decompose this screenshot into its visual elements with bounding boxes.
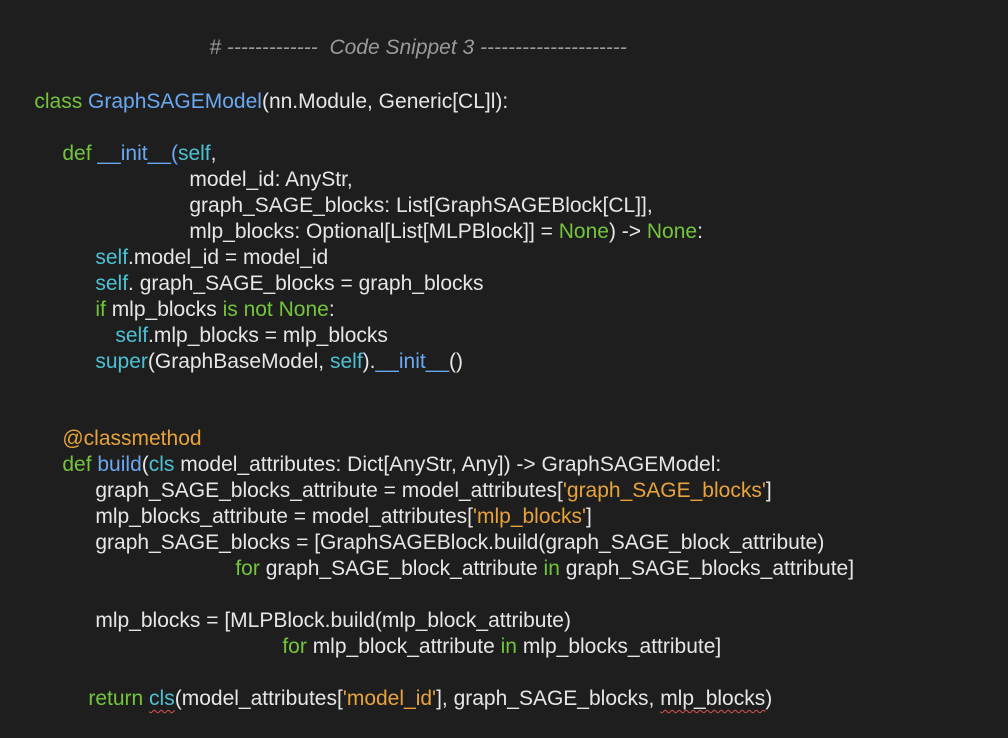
call-args-start: (model_attributes[ xyxy=(174,687,343,710)
mlp-blocks-comprehension-line: mlp_blocks = [MLPBlock.build(mlp_block_a… xyxy=(72,582,571,632)
param-mlp-blocks-line: mlp_blocks: Optional[List[MLPBlock]] = N… xyxy=(166,193,703,243)
param-graph-blocks-line: graph_SAGE_blocks: List[GraphSAGEBlock[C… xyxy=(166,167,652,217)
mlp-attr-line: mlp_blocks_attribute = model_attributes[… xyxy=(72,478,592,528)
none-return-type: None xyxy=(646,220,698,243)
param-model-id-line: model_id: AnyStr, xyxy=(166,141,352,191)
close-paren: ) xyxy=(765,687,773,710)
colon: : xyxy=(697,220,703,243)
code-editor[interactable]: # ------------- Code Snippet 3 ---------… xyxy=(0,0,1008,710)
class-name: GraphSAGEModel xyxy=(88,90,262,113)
graph-blocks-comprehension-line: graph_SAGE_blocks = [GraphSAGEBlock.buil… xyxy=(72,504,824,554)
super-builtin: super xyxy=(95,350,148,373)
super-call-line: super(GraphBaseModel, self).__init__() xyxy=(72,323,463,373)
string-literal: 'model_id' xyxy=(342,687,437,710)
decorator-line: @classmethod xyxy=(39,400,201,450)
in-keyword: in xyxy=(500,635,523,658)
return-line: return cls(model_attributes['model_id'],… xyxy=(65,660,772,710)
graph-for-clause-line: for graph_SAGE_block_attribute in graph_… xyxy=(212,530,854,580)
assign-model-id-line: self.model_id = model_id xyxy=(72,219,328,269)
loop-variable: graph_SAGE_block_attribute xyxy=(265,557,544,580)
cls-call: cls xyxy=(149,687,175,710)
loop-variable: mlp_block_attribute xyxy=(312,635,501,658)
call-parens: () xyxy=(449,350,464,373)
for-keyword: for xyxy=(235,557,266,580)
close-bracket: ] xyxy=(765,479,772,502)
assign-graph-blocks-line: self. graph_SAGE_blocks = graph_blocks xyxy=(72,245,483,295)
mlp-blocks-arg: mlp_blocks xyxy=(660,687,766,710)
comment-text: # ------------- Code Snippet 3 ---------… xyxy=(209,36,627,59)
iterable: graph_SAGE_blocks_attribute] xyxy=(565,557,855,580)
call-args-middle: ], graph_SAGE_blocks, xyxy=(436,687,661,710)
none-constant: None xyxy=(558,220,609,243)
self-ref: self xyxy=(329,350,363,373)
class-declaration-line: class GraphSAGEModel(nn.Module, Generic[… xyxy=(11,63,508,113)
class-bases: (nn.Module, Generic[CL]l): xyxy=(261,90,509,113)
string-literal: 'graph_SAGE_blocks' xyxy=(562,479,766,502)
graph-attr-line: graph_SAGE_blocks_attribute = model_attr… xyxy=(72,452,771,502)
for-keyword: for xyxy=(282,635,313,658)
build-def-line: def build(cls model_attributes: Dict[Any… xyxy=(39,426,721,476)
mlp-for-clause-line: for mlp_block_attribute in mlp_blocks_at… xyxy=(259,608,721,658)
assign-mlp-blocks-line: self.mlp_blocks = mlp_blocks xyxy=(92,297,388,347)
return-arrow: ) -> xyxy=(608,220,647,243)
comment-line: # ------------- Code Snippet 3 ---------… xyxy=(186,9,627,59)
dot: ). xyxy=(362,350,376,373)
if-statement-line: if mlp_blocks is not None: xyxy=(72,271,334,321)
super-args: (GraphBaseModel, xyxy=(147,350,330,373)
iterable: mlp_blocks_attribute] xyxy=(522,635,722,658)
class-keyword: class xyxy=(34,90,89,113)
init-function-name: __init__ xyxy=(97,142,171,165)
return-keyword: return xyxy=(88,687,150,710)
in-keyword: in xyxy=(543,557,566,580)
init-def-line: def __init__(self, xyxy=(39,115,216,165)
init-call: __init__ xyxy=(375,350,450,373)
def-keyword: def xyxy=(62,142,98,165)
